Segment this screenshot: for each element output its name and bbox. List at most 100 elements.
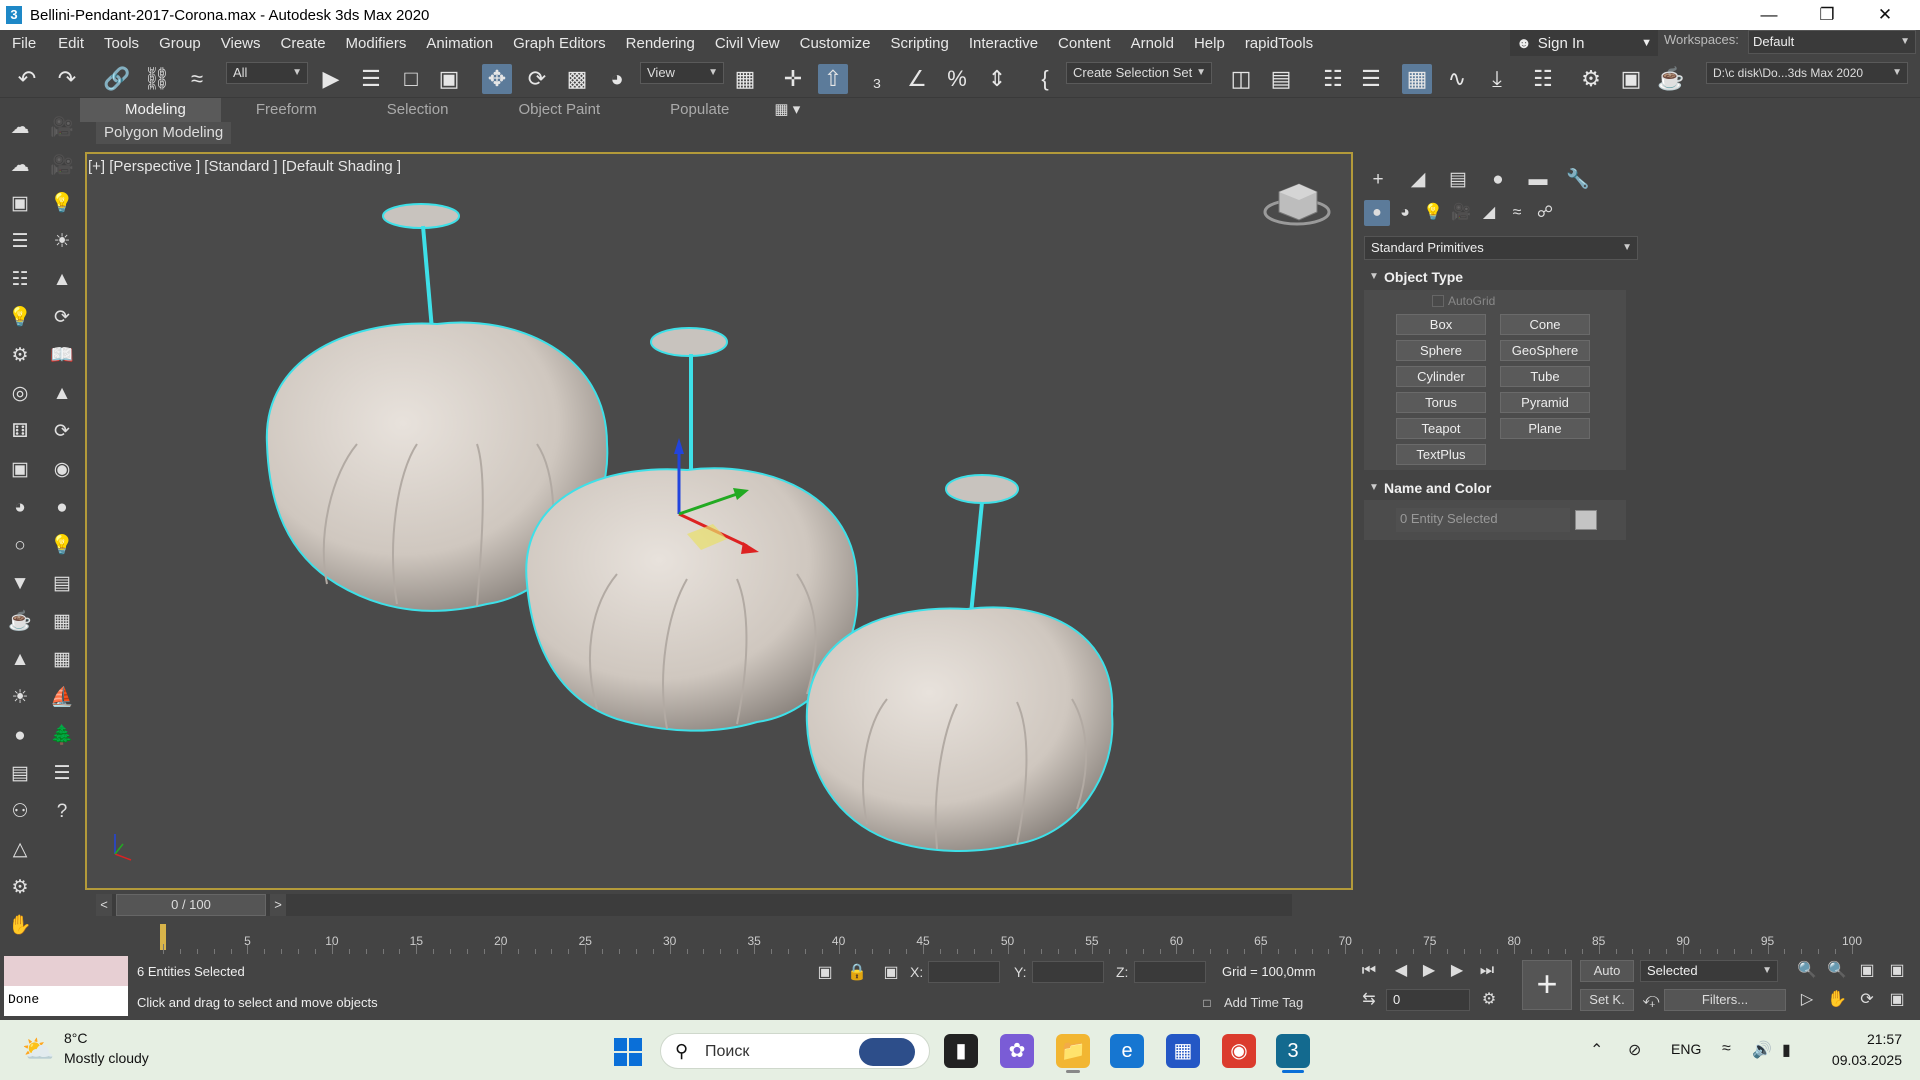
teapot-button[interactable]: Teapot: [1396, 418, 1486, 439]
menu-content[interactable]: Content: [1048, 30, 1121, 58]
select-manipulate-icon[interactable]: ✛: [778, 64, 808, 94]
menu-modifiers[interactable]: Modifiers: [336, 30, 417, 58]
menu-views[interactable]: Views: [211, 30, 271, 58]
unlink-icon[interactable]: ⛓: [142, 64, 172, 94]
rendered-frame-window-icon[interactable]: ▣: [1616, 64, 1646, 94]
sun-icon[interactable]: ☀: [48, 228, 76, 256]
add-time-tag[interactable]: Add Time Tag: [1224, 995, 1303, 1010]
table-icon[interactable]: ☷: [6, 266, 34, 294]
tab-freeform[interactable]: Freeform: [221, 98, 352, 122]
default-in-out-tangent-icon[interactable]: ⤽: [1640, 989, 1662, 1011]
menu-list-icon[interactable]: ☰: [48, 760, 76, 788]
zoom-extents-icon[interactable]: ▣: [1856, 960, 1878, 982]
y-coordinate-field[interactable]: [1032, 961, 1104, 983]
minimize-icon[interactable]: —: [1740, 0, 1798, 30]
geosphere-button[interactable]: GeoSphere: [1500, 340, 1590, 361]
tube-button[interactable]: Tube: [1500, 366, 1590, 387]
time-tag-icon[interactable]: □: [1196, 992, 1218, 1014]
menu-graph-editors[interactable]: Graph Editors: [503, 30, 616, 58]
x-coordinate-field[interactable]: [928, 961, 1000, 983]
file-explorer-icon[interactable]: 📁: [1056, 1034, 1090, 1068]
named-selection-sets-dropdown[interactable]: Create Selection Set ▼: [1066, 62, 1212, 84]
cone-light-icon[interactable]: ▲: [48, 266, 76, 294]
restore-icon[interactable]: ❐: [1798, 0, 1856, 30]
bulb-icon[interactable]: 💡: [48, 532, 76, 560]
track-bar[interactable]: 5 10 15 20 25 30 35 40 45 50 55 60 65 70 75 80 85 90 95 100: [96, 920, 1876, 954]
object-color-swatch[interactable]: [1575, 510, 1597, 530]
chrome-browser-icon[interactable]: ◉: [1222, 1034, 1256, 1068]
menu-help[interactable]: Help: [1184, 30, 1235, 58]
dice-icon[interactable]: ⚅: [6, 418, 34, 446]
go-to-end-icon[interactable]: ⏭: [1476, 960, 1498, 982]
scene-explorer-icon[interactable]: ☷: [1318, 64, 1348, 94]
volume-icon[interactable]: 🔊: [1752, 1040, 1772, 1060]
next-frame-arrow-icon[interactable]: >: [270, 894, 286, 916]
space-warps-icon[interactable]: ≈: [1504, 200, 1530, 226]
wifi-icon[interactable]: ≈: [1722, 1040, 1731, 1058]
plane-button[interactable]: Plane: [1500, 418, 1590, 439]
utilities-tab-icon[interactable]: 🔧: [1564, 166, 1592, 194]
battery-icon[interactable]: ▮: [1782, 1040, 1791, 1060]
zoom-icon[interactable]: 🔍: [1796, 960, 1818, 982]
viewport-scene[interactable]: [87, 154, 1353, 890]
lock-icon[interactable]: 🔒: [846, 962, 868, 984]
project-folder-dropdown[interactable]: D:\c disk\Do...3ds Max 2020 ▼: [1706, 62, 1908, 84]
material-icon[interactable]: ◉: [48, 456, 76, 484]
shapes-icon[interactable]: ◕: [1392, 200, 1418, 226]
hand-icon[interactable]: ✋: [6, 912, 34, 940]
window-crossing-icon[interactable]: ▣: [434, 64, 464, 94]
geometry-icon[interactable]: ●: [1364, 200, 1390, 226]
display-tab-icon[interactable]: ▬: [1524, 166, 1552, 194]
maxscript-input[interactable]: [4, 956, 128, 986]
absolute-mode-icon[interactable]: ▣: [880, 962, 902, 984]
teapot-icon[interactable]: ☕: [6, 608, 34, 636]
tab-populate[interactable]: Populate: [635, 98, 764, 122]
cylinder-button[interactable]: Cylinder: [1396, 366, 1486, 387]
box-button[interactable]: Box: [1396, 314, 1486, 335]
isolate-selection-icon[interactable]: ▣: [814, 962, 836, 984]
mirror-icon[interactable]: ◫: [1226, 64, 1256, 94]
light-bulb-icon[interactable]: 💡: [48, 190, 76, 218]
sunlight-icon[interactable]: ☀: [6, 684, 34, 712]
next-frame-icon[interactable]: ▶: [1446, 960, 1468, 982]
create-shape-icon[interactable]: ☁: [6, 114, 34, 142]
close-icon[interactable]: ✕: [1856, 0, 1914, 30]
grid-icon[interactable]: ▦: [48, 646, 76, 674]
menu-edit[interactable]: Edit: [48, 30, 94, 58]
menu-arnold[interactable]: Arnold: [1121, 30, 1184, 58]
menu-rapidtools[interactable]: rapidTools: [1235, 30, 1323, 58]
lights-icon[interactable]: 💡: [1420, 200, 1446, 226]
auto-key-button[interactable]: Auto: [1580, 960, 1634, 982]
torus-button[interactable]: Torus: [1396, 392, 1486, 413]
weather-cloud-sun-icon[interactable]: ⛅: [22, 1034, 56, 1064]
window-icon[interactable]: ▣: [6, 456, 34, 484]
cone-button[interactable]: Cone: [1500, 314, 1590, 335]
camera-correction-icon[interactable]: ◎: [6, 380, 34, 408]
menu-group[interactable]: Group: [149, 30, 211, 58]
cloud-icon[interactable]: ☁: [6, 152, 34, 180]
clock-time[interactable]: 21:57: [1838, 1031, 1902, 1047]
create-tab-icon[interactable]: +: [1364, 166, 1392, 194]
network-offline-icon[interactable]: ⊘: [1628, 1040, 1641, 1060]
edge-browser-icon[interactable]: e: [1110, 1034, 1144, 1068]
plugin-icon[interactable]: ⚙: [6, 342, 34, 370]
workspace-dropdown[interactable]: Default ▼: [1748, 30, 1916, 54]
name-color-rollout-header[interactable]: ▼ Name and Color: [1364, 476, 1626, 500]
clock-date[interactable]: 09.03.2025: [1820, 1052, 1902, 1068]
sign-in-button[interactable]: ☻ Sign In ▼: [1510, 30, 1658, 56]
time-slider[interactable]: < 0 / 100 >: [96, 894, 1292, 916]
set-key-button[interactable]: Set K.: [1580, 989, 1634, 1011]
pan-hand-icon[interactable]: ✋: [1826, 989, 1848, 1011]
maximize-viewport-icon[interactable]: ▣: [1886, 989, 1908, 1011]
measure-icon[interactable]: △: [6, 836, 34, 864]
maxscript-output[interactable]: Done: [4, 986, 128, 1016]
bowl-icon[interactable]: ▼: [6, 570, 34, 598]
autogrid-checkbox[interactable]: [1432, 295, 1444, 307]
key-filter-dropdown[interactable]: Selected ▼: [1640, 960, 1778, 982]
redo-icon[interactable]: ↷: [52, 64, 82, 94]
menu-civil-view[interactable]: Civil View: [705, 30, 790, 58]
copilot-icon[interactable]: ✿: [1000, 1034, 1034, 1068]
ribbon-options-icon[interactable]: ▦ ▾: [764, 98, 810, 122]
render-camera-icon[interactable]: 🎥: [48, 152, 76, 180]
motion-tab-icon[interactable]: ●: [1484, 166, 1512, 194]
